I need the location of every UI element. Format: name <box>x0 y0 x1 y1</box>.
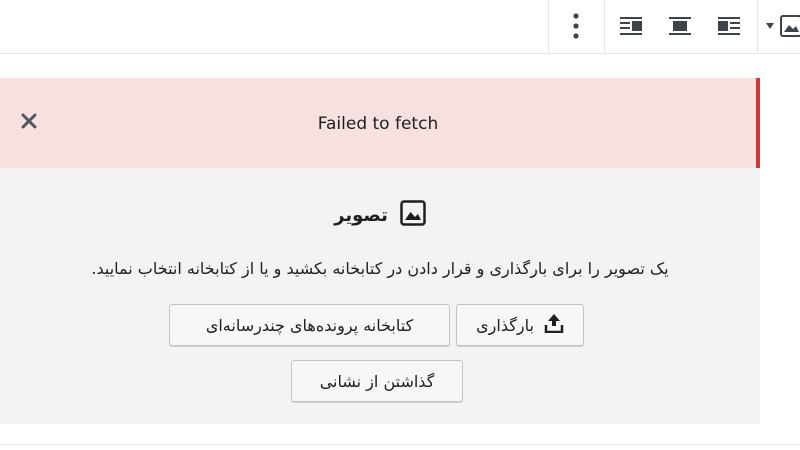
image-icon <box>400 200 426 230</box>
editor-divider <box>0 444 800 445</box>
upload-button[interactable]: بارگذاری <box>456 304 584 346</box>
more-options-icon <box>573 12 579 40</box>
align-left-icon <box>718 17 740 35</box>
placeholder-instructions: یک تصویر را برای بارگذاری و قرار دادن در… <box>91 259 669 278</box>
placeholder-label: تصویر <box>0 200 760 230</box>
align-right-button[interactable] <box>613 8 649 44</box>
align-center-button[interactable] <box>662 8 698 44</box>
notice-message: Failed to fetch <box>317 114 439 134</box>
image-block-placeholder: Failed to fetch تصویر یک تصویر را برای ب… <box>0 78 760 424</box>
toolbar-divider <box>548 0 549 53</box>
toolbar-divider <box>604 0 605 53</box>
insert-from-url-button[interactable]: گذاشتن از نشانی <box>291 360 463 402</box>
image-block-switcher-button[interactable] <box>762 8 800 44</box>
media-library-button-label: کتابخانه پرونده‌های چندرسانه‌ای <box>205 315 414 335</box>
error-notice: Failed to fetch <box>0 78 760 168</box>
align-center-icon <box>669 17 691 35</box>
align-right-icon <box>620 17 642 35</box>
insert-from-url-button-label: گذاشتن از نشانی <box>319 371 435 391</box>
placeholder-title: تصویر <box>334 204 388 226</box>
toolbar-divider <box>757 0 758 53</box>
upload-icon <box>544 313 564 337</box>
upload-button-label: بارگذاری <box>476 315 534 335</box>
media-library-button[interactable]: کتابخانه پرونده‌های چندرسانه‌ای <box>169 304 450 346</box>
align-left-button[interactable] <box>711 8 747 44</box>
more-options-button[interactable] <box>558 8 594 44</box>
image-icon <box>780 15 800 37</box>
dropdown-arrow-icon <box>766 23 774 29</box>
block-toolbar <box>0 0 800 54</box>
